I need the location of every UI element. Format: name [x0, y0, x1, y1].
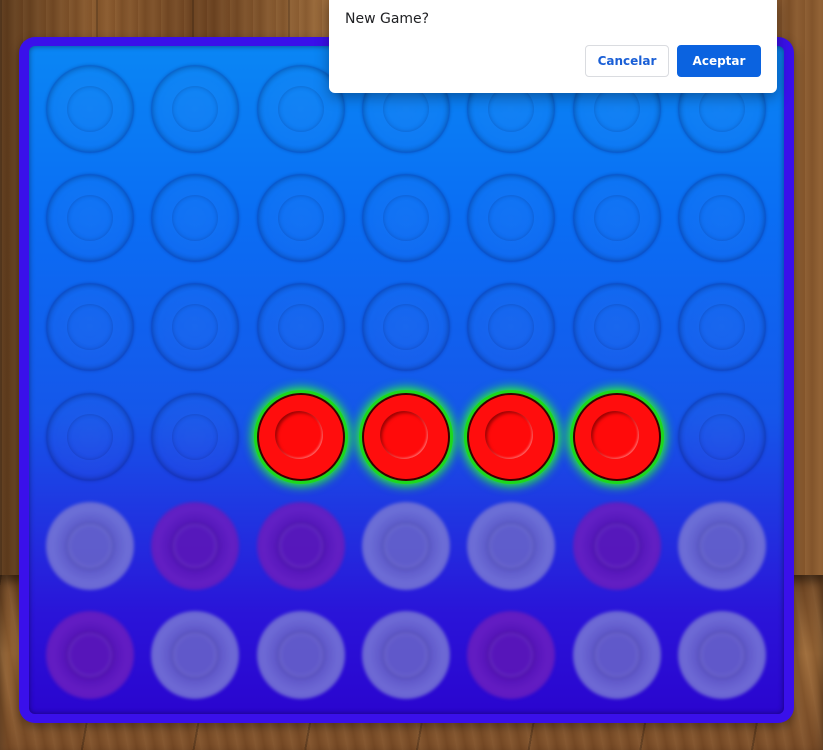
faded-disc[interactable]: [151, 611, 240, 699]
faded-disc[interactable]: [46, 501, 134, 590]
empty-slot[interactable]: [151, 65, 240, 153]
empty-slot[interactable]: [46, 65, 134, 153]
faded-disc[interactable]: [467, 501, 556, 590]
empty-slot[interactable]: [361, 283, 450, 372]
winning-red-disc[interactable]: [361, 392, 450, 481]
empty-slot[interactable]: [151, 392, 240, 481]
winning-red-disc[interactable]: [467, 392, 556, 481]
faded-disc[interactable]: [151, 501, 240, 590]
empty-slot[interactable]: [361, 174, 450, 263]
faded-disc[interactable]: [572, 611, 661, 699]
empty-slot[interactable]: [46, 392, 134, 481]
faded-disc[interactable]: [256, 611, 345, 699]
empty-slot[interactable]: [677, 392, 766, 481]
faded-disc[interactable]: [677, 501, 766, 590]
board-grid: [29, 46, 784, 714]
faded-disc[interactable]: [361, 611, 450, 699]
empty-slot[interactable]: [677, 174, 766, 263]
empty-slot[interactable]: [151, 174, 240, 263]
faded-disc[interactable]: [256, 501, 345, 590]
game-board: [19, 37, 794, 723]
empty-slot[interactable]: [467, 174, 556, 263]
faded-disc[interactable]: [572, 501, 661, 590]
faded-disc[interactable]: [46, 611, 134, 699]
game-scene: New Game? Cancelar Aceptar: [0, 0, 823, 750]
empty-slot[interactable]: [151, 283, 240, 372]
empty-slot[interactable]: [46, 283, 134, 372]
cancel-button[interactable]: Cancelar: [585, 45, 669, 77]
empty-slot[interactable]: [256, 283, 345, 372]
accept-button[interactable]: Aceptar: [677, 45, 761, 77]
empty-slot[interactable]: [467, 283, 556, 372]
empty-slot[interactable]: [256, 174, 345, 263]
empty-slot[interactable]: [677, 283, 766, 372]
empty-slot[interactable]: [46, 174, 134, 263]
winning-red-disc[interactable]: [256, 392, 345, 481]
faded-disc[interactable]: [677, 611, 766, 699]
confirm-dialog: New Game? Cancelar Aceptar: [329, 0, 777, 93]
empty-slot[interactable]: [572, 174, 661, 263]
winning-red-disc[interactable]: [572, 392, 661, 481]
dialog-message: New Game?: [345, 11, 430, 27]
faded-disc[interactable]: [361, 501, 450, 590]
faded-disc[interactable]: [467, 611, 556, 699]
empty-slot[interactable]: [572, 283, 661, 372]
